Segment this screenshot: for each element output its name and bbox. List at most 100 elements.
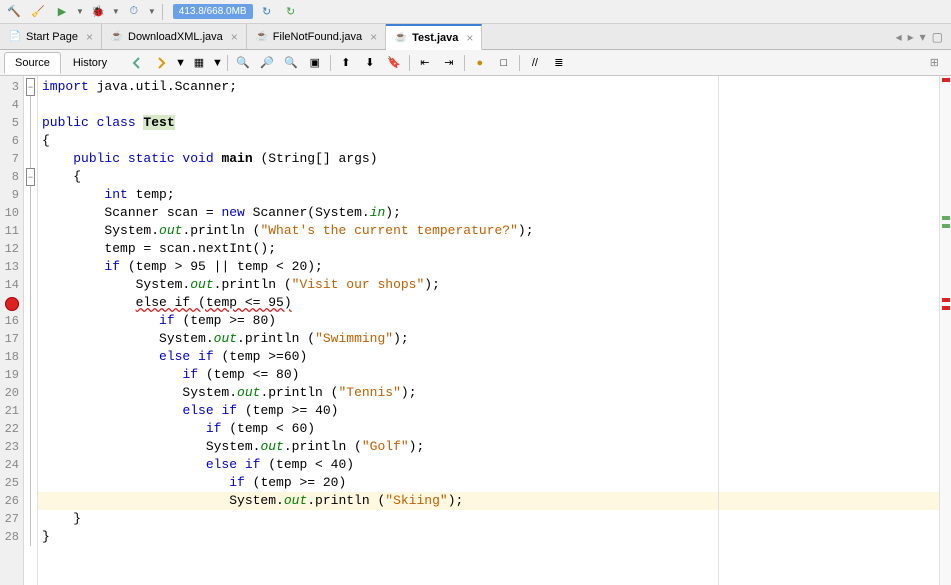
find-selection-icon[interactable]: 🔍 xyxy=(232,53,254,73)
line-number[interactable]: 3 xyxy=(0,78,23,96)
code-line[interactable]: public class Test xyxy=(38,114,939,132)
line-number[interactable]: 7 xyxy=(0,150,23,168)
line-number[interactable]: 23 xyxy=(0,438,23,456)
code-line[interactable]: System.out.println ("Golf"); xyxy=(38,438,939,456)
code-line[interactable] xyxy=(38,96,939,114)
uncomment-icon[interactable]: ≣ xyxy=(548,53,570,73)
line-number[interactable]: 28 xyxy=(0,528,23,546)
code-line[interactable]: if (temp >= 80) xyxy=(38,312,939,330)
code-line[interactable]: if (temp > 95 || temp < 20); xyxy=(38,258,939,276)
code-line[interactable]: } xyxy=(38,510,939,528)
hammer-icon[interactable]: 🔨 xyxy=(4,2,24,22)
line-number-gutter[interactable]: 3456789101112131416171819202122232425262… xyxy=(0,76,24,585)
line-number[interactable]: 10 xyxy=(0,204,23,222)
clean-build-icon[interactable]: 🧹 xyxy=(28,2,48,22)
close-icon[interactable]: × xyxy=(86,30,93,44)
code-area[interactable]: import java.util.Scanner; public class Te… xyxy=(38,76,939,585)
ok-marker[interactable] xyxy=(942,216,950,220)
line-number[interactable]: 26 xyxy=(0,492,23,510)
error-marker[interactable] xyxy=(942,306,950,310)
find-prev-icon[interactable]: 🔎 xyxy=(256,53,278,73)
run-dropdown-icon[interactable]: ▼ xyxy=(76,7,84,16)
toggle-highlight-icon[interactable]: ▣ xyxy=(304,53,326,73)
split-icon[interactable]: ⊞ xyxy=(930,56,947,69)
line-number[interactable]: 25 xyxy=(0,474,23,492)
last-edit-icon[interactable]: ▦ xyxy=(188,53,210,73)
line-number[interactable]: 14 xyxy=(0,276,23,294)
toggle-bookmark-icon[interactable]: 🔖 xyxy=(383,53,405,73)
debug-icon[interactable]: 🐞 xyxy=(88,2,108,22)
line-number[interactable]: 12 xyxy=(0,240,23,258)
line-number[interactable]: 19 xyxy=(0,366,23,384)
code-line[interactable]: } xyxy=(38,528,939,546)
nav-fwd-icon[interactable] xyxy=(151,53,173,73)
close-icon[interactable]: × xyxy=(370,30,377,44)
code-line[interactable]: public static void main (String[] args) xyxy=(38,150,939,168)
line-number[interactable]: 20 xyxy=(0,384,23,402)
line-number[interactable]: 4 xyxy=(0,96,23,114)
code-line[interactable]: else if (temp >=60) xyxy=(38,348,939,366)
code-line[interactable]: System.out.println ("Skiing"); xyxy=(38,492,939,510)
code-line[interactable]: { xyxy=(38,168,939,186)
ok-marker[interactable] xyxy=(942,224,950,228)
tab-prev-icon[interactable]: ◂ xyxy=(894,30,904,44)
nav-back-icon[interactable] xyxy=(127,53,149,73)
code-line[interactable]: System.out.println ("Swimming"); xyxy=(38,330,939,348)
history-view-tab[interactable]: History xyxy=(63,53,117,73)
shift-left-icon[interactable]: ⇤ xyxy=(414,53,436,73)
refresh-icon[interactable]: ↻ xyxy=(257,2,277,22)
tab-downloadxml[interactable]: ☕ DownloadXML.java × xyxy=(102,24,247,49)
code-line[interactable]: System.out.println ("Tennis"); xyxy=(38,384,939,402)
maximize-icon[interactable]: ▢ xyxy=(930,30,945,44)
source-view-tab[interactable]: Source xyxy=(4,52,61,74)
code-line[interactable]: int temp; xyxy=(38,186,939,204)
error-stripe[interactable] xyxy=(939,76,951,585)
code-line[interactable]: temp = scan.nextInt(); xyxy=(38,240,939,258)
tab-start-page[interactable]: 📄 Start Page × xyxy=(0,24,102,49)
line-number[interactable]: 16 xyxy=(0,312,23,330)
line-number[interactable]: 8 xyxy=(0,168,23,186)
code-line[interactable]: Scanner scan = new Scanner(System.in); xyxy=(38,204,939,222)
prev-bookmark-icon[interactable]: ⬆ xyxy=(335,53,357,73)
code-line[interactable]: System.out.println ("Visit our shops"); xyxy=(38,276,939,294)
nav-dropdown-icon[interactable]: ▼ xyxy=(175,57,186,69)
run-icon[interactable]: ▶ xyxy=(52,2,72,22)
profile-icon[interactable]: ⏱ xyxy=(124,2,144,22)
debug-dropdown-icon[interactable]: ▼ xyxy=(112,7,120,16)
error-marker[interactable] xyxy=(942,78,950,82)
code-line[interactable]: else if (temp <= 95) xyxy=(38,294,939,312)
fold-column[interactable]: −− xyxy=(24,76,38,585)
line-number[interactable]: 9 xyxy=(0,186,23,204)
macro-stop-icon[interactable]: □ xyxy=(493,53,515,73)
line-number[interactable]: 11 xyxy=(0,222,23,240)
code-line[interactable]: if (temp < 60) xyxy=(38,420,939,438)
gc-icon[interactable]: ↻ xyxy=(281,2,301,22)
tab-list-icon[interactable]: ▾ xyxy=(918,30,928,44)
next-bookmark-icon[interactable]: ⬇ xyxy=(359,53,381,73)
tab-filenotfound[interactable]: ☕ FileNotFound.java × xyxy=(247,24,386,49)
code-line[interactable]: else if (temp >= 40) xyxy=(38,402,939,420)
error-marker[interactable] xyxy=(942,298,950,302)
line-number[interactable]: 13 xyxy=(0,258,23,276)
line-number[interactable]: 21 xyxy=(0,402,23,420)
code-line[interactable]: { xyxy=(38,132,939,150)
comment-icon[interactable]: // xyxy=(524,53,546,73)
macro-rec-icon[interactable]: ● xyxy=(469,53,491,73)
tab-test[interactable]: ☕ Test.java × xyxy=(386,24,482,50)
close-icon[interactable]: × xyxy=(231,30,238,44)
line-number[interactable]: 27 xyxy=(0,510,23,528)
find-next-icon[interactable]: 🔍 xyxy=(280,53,302,73)
line-number[interactable]: 24 xyxy=(0,456,23,474)
fold-toggle-icon[interactable]: − xyxy=(26,78,35,96)
code-line[interactable]: System.out.println ("What's the current … xyxy=(38,222,939,240)
shift-right-icon[interactable]: ⇥ xyxy=(438,53,460,73)
line-number[interactable]: 18 xyxy=(0,348,23,366)
tab-next-icon[interactable]: ▸ xyxy=(906,30,916,44)
code-line[interactable]: import java.util.Scanner; xyxy=(38,78,939,96)
memory-usage[interactable]: 413.8/668.0MB xyxy=(173,4,253,19)
code-line[interactable]: if (temp >= 20) xyxy=(38,474,939,492)
close-icon[interactable]: × xyxy=(466,31,473,45)
code-line[interactable]: else if (temp < 40) xyxy=(38,456,939,474)
line-number[interactable]: 22 xyxy=(0,420,23,438)
line-number[interactable]: 17 xyxy=(0,330,23,348)
